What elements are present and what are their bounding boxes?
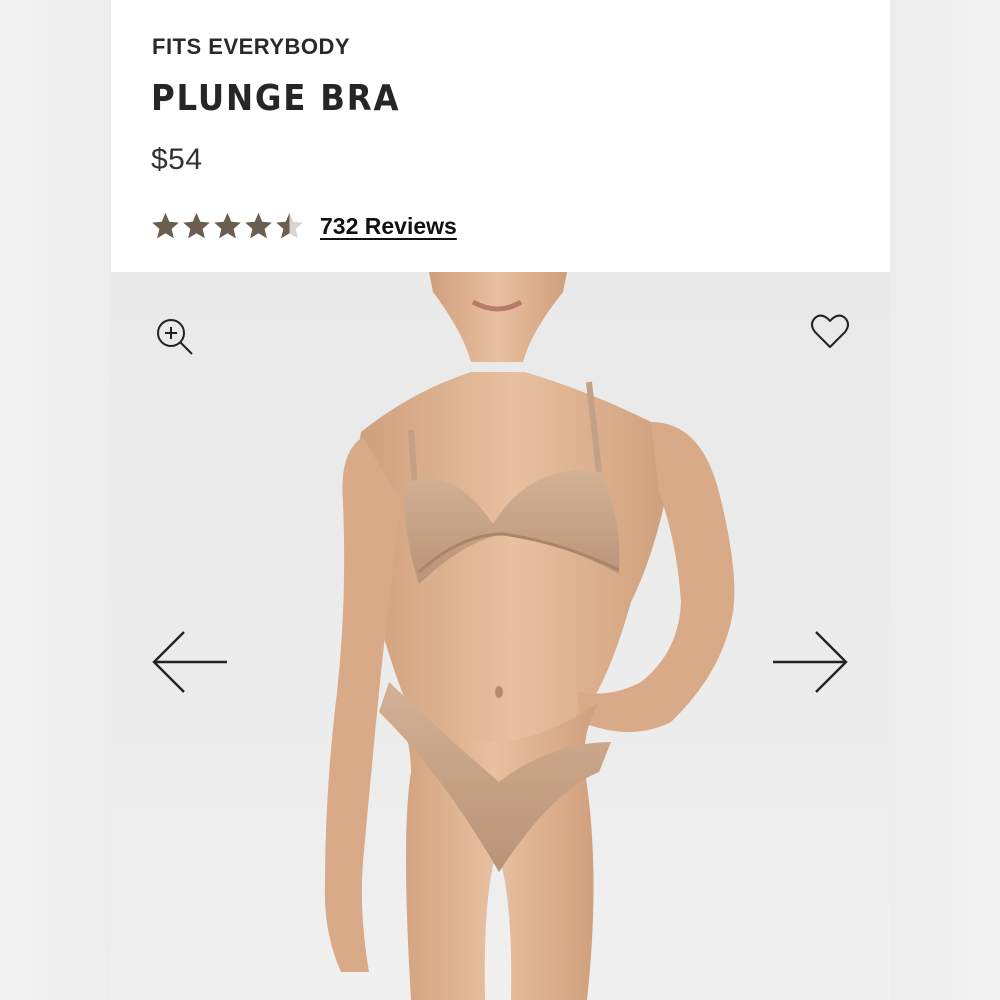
heart-icon[interactable] [810,312,850,352]
right-margin [890,0,1000,1000]
zoom-in-icon[interactable] [154,316,194,356]
reviews-link[interactable]: 732 Reviews [320,213,457,240]
product-info-card: FITS EVERYBODY PLUNGE BRA $54 732 Review… [111,0,890,272]
star-icon [183,213,210,239]
star-icon [152,213,179,239]
star-icon [245,213,272,239]
star-rating [151,212,304,240]
product-title: PLUNGE BRA [151,78,401,119]
product-price: $54 [151,143,203,176]
collection-label: FITS EVERYBODY [152,34,351,59]
arrow-left-icon[interactable] [151,629,229,695]
arrow-right-icon[interactable] [771,629,849,695]
star-icon [276,213,303,239]
left-margin [0,0,111,1000]
product-image-gallery [111,272,890,1000]
star-icon [214,213,241,239]
rating-row: 732 Reviews [151,210,457,242]
